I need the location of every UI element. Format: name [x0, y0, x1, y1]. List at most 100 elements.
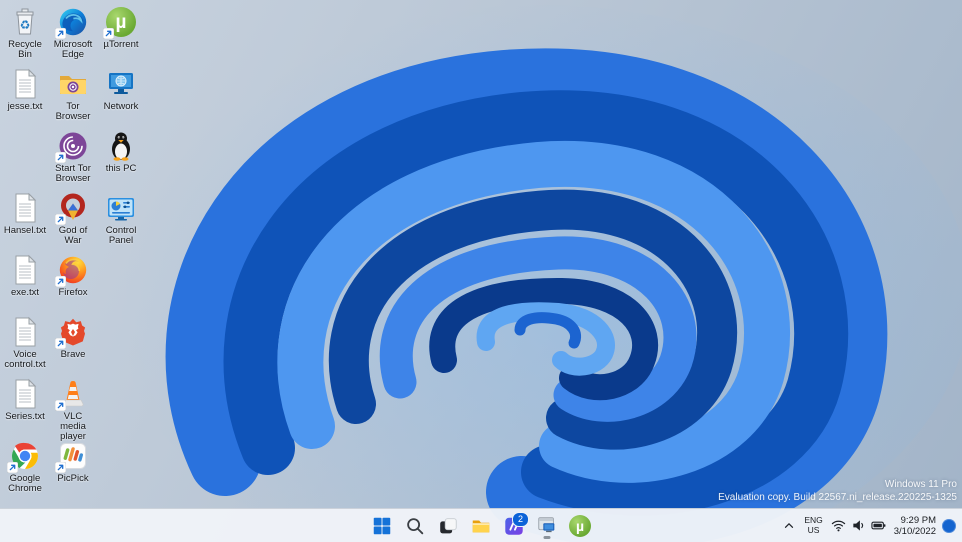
chevron-up-icon	[782, 519, 796, 533]
search-icon	[404, 515, 426, 537]
file-explorer-icon	[470, 515, 492, 537]
desktop-icon-voice-control-txt[interactable]: Voice control.txt	[2, 316, 48, 374]
taskbar-search-button[interactable]	[401, 512, 429, 540]
desktop-icon-tor-browser[interactable]: Tor Browser	[50, 68, 96, 126]
desktop-icon-label: this PC	[105, 163, 137, 174]
language-switcher[interactable]: ENG US	[800, 512, 826, 540]
desktop-icon-label: Hansel.txt	[3, 225, 47, 236]
vlc-icon	[55, 378, 89, 411]
tray-date: 3/10/2022	[893, 525, 936, 537]
shortcut-arrow-icon	[55, 28, 66, 39]
desktop[interactable]: ♻ Recycle Bin Microsoft Edge µ µTorrent jesse…	[0, 0, 962, 542]
quick-settings-button[interactable]	[827, 512, 890, 540]
shortcut-arrow-icon	[55, 214, 66, 225]
running-indicator	[543, 536, 551, 539]
clock-button[interactable]: 9:29 PM 3/10/2022	[890, 512, 940, 540]
text-file-icon	[9, 192, 41, 224]
shortcut-arrow-icon	[7, 462, 18, 473]
recycle-bin-icon: ♻	[9, 6, 41, 38]
desktop-icon-jesse-txt[interactable]: jesse.txt	[2, 68, 48, 126]
shortcut-arrow-icon	[55, 276, 66, 287]
god-of-war-icon	[55, 192, 89, 225]
desktop-icon-label: Start Tor Browser	[55, 163, 91, 184]
shortcut-arrow-icon	[55, 152, 66, 163]
utorrent-icon: µ	[103, 6, 137, 39]
desktop-icon-firefox[interactable]: Firefox	[50, 254, 96, 312]
taskbar-center: 2µ	[368, 509, 594, 542]
desktop-icon-god-of-war[interactable]: God of War	[50, 192, 96, 250]
chrome-icon	[7, 440, 41, 473]
control-panel-icon	[105, 192, 137, 224]
desktop-icon-google-chrome[interactable]: Google Chrome	[2, 440, 48, 498]
desktop-icon-label: Control Panel	[105, 225, 137, 246]
tor-icon	[55, 130, 89, 163]
tray-time: 9:29 PM	[900, 514, 936, 526]
desktop-icon-network[interactable]: Network	[98, 68, 144, 126]
evaluation-watermark: Windows 11 Pro Evaluation copy. Build 22…	[718, 478, 957, 504]
edge-icon	[55, 6, 89, 39]
desktop-icon-label: PicPick	[57, 473, 89, 484]
utorrent-icon: µ	[569, 514, 591, 537]
desktop-icon-brave[interactable]: Brave	[50, 316, 96, 374]
desktop-icon-label: Firefox	[58, 287, 88, 298]
desktop-icon-start-tor-browser[interactable]: Start Tor Browser	[50, 130, 96, 188]
desktop-icon-control-panel[interactable]: Control Panel	[98, 192, 144, 250]
desktop-icon-label: Tor Browser	[55, 101, 91, 122]
desktop-icon-label: Recycle Bin	[8, 39, 42, 60]
desktop-icon-label: Brave	[60, 349, 86, 360]
taskbar-utorrent-button[interactable]: µ	[566, 512, 594, 540]
volume-icon	[851, 518, 866, 533]
picpick-icon	[55, 440, 89, 473]
taskbar-file-explorer-button[interactable]	[467, 512, 495, 540]
taskbar-remote-desktop-button[interactable]	[533, 512, 561, 540]
desktop-icon-recycle-bin[interactable]: ♻ Recycle Bin	[2, 6, 48, 64]
network-icon	[105, 68, 137, 100]
desktop-icon-label: Network	[103, 101, 139, 112]
watermark-build: Evaluation copy. Build 22567.ni_release.…	[718, 492, 957, 503]
desktop-icon-label: God of War	[58, 225, 88, 246]
desktop-icon-label: µTorrent	[103, 39, 139, 50]
taskbar: 2µ ENG US 9:29 PM 3/10/2022	[0, 508, 962, 542]
shortcut-arrow-icon	[55, 338, 66, 349]
shortcut-arrow-icon	[55, 462, 66, 473]
wifi-icon	[831, 518, 846, 533]
text-file-icon	[9, 68, 41, 100]
desktop-icon-hansel-txt[interactable]: Hansel.txt	[2, 192, 48, 250]
desktop-icon-label: Google Chrome	[8, 473, 42, 494]
text-file-icon	[9, 254, 41, 286]
task-view-icon	[437, 515, 459, 537]
battery-icon	[871, 518, 886, 533]
desktop-icon-label: Microsoft Edge	[53, 39, 93, 60]
remote-desktop-icon	[536, 515, 558, 537]
taskbar-app-with-notifications-button[interactable]: 2	[500, 511, 529, 540]
text-file-icon	[9, 378, 41, 410]
desktop-icon-microsoft-edge[interactable]: Microsoft Edge	[50, 6, 96, 64]
taskbar-start-button[interactable]	[368, 512, 396, 540]
desktop-icon-picpick[interactable]: PicPick	[50, 440, 96, 498]
watermark-edition: Windows 11 Pro	[884, 479, 957, 490]
desktop-icon-label: jesse.txt	[7, 101, 43, 112]
desktop-icon-exe-txt[interactable]: exe.txt	[2, 254, 48, 312]
language-region: US	[807, 524, 820, 535]
desktop-icon-label: VLC media player	[60, 411, 86, 442]
svg-text:♻: ♻	[20, 18, 31, 32]
shortcut-arrow-icon	[103, 28, 114, 39]
desktop-icon-label: Series.txt	[5, 411, 45, 422]
desktop-icon-label: Voice control.txt	[4, 349, 46, 370]
desktop-icon-grid: ♻ Recycle Bin Microsoft Edge µ µTorrent jesse…	[0, 0, 200, 509]
windows-logo-icon	[371, 515, 393, 537]
system-tray: ENG US 9:29 PM 3/10/2022	[778, 509, 959, 542]
tux-penguin-icon	[105, 130, 137, 162]
brave-icon	[55, 316, 89, 349]
show-hidden-icons-button[interactable]	[778, 512, 800, 540]
shortcut-arrow-icon	[55, 400, 66, 411]
desktop-icon-this-pc[interactable]: this PC	[98, 130, 144, 188]
firefox-icon	[55, 254, 89, 287]
desktop-icon-label: exe.txt	[11, 287, 39, 298]
desktop-icon-vlc-media-player[interactable]: VLC media player	[50, 378, 96, 442]
text-file-icon	[9, 316, 41, 348]
desktop-icon-series-txt[interactable]: Series.txt	[2, 378, 48, 436]
taskbar-task-view-button[interactable]	[434, 512, 462, 540]
desktop-icon-torrent[interactable]: µ µTorrent	[98, 6, 144, 64]
notification-center-badge[interactable]	[942, 518, 956, 533]
